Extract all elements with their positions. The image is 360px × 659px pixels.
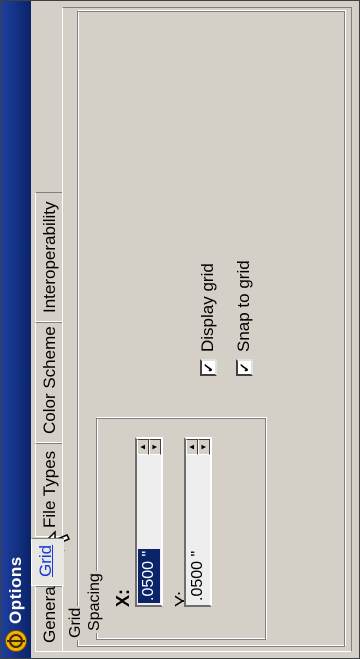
tab-strip: General Grid File Types Color Scheme Int…: [31, 1, 64, 658]
y-spacing-spinner[interactable]: .0500 " ▲ ▼: [184, 437, 212, 607]
y-spin-down-button[interactable]: ▼: [198, 439, 210, 455]
x-label: X:: [113, 589, 133, 607]
screen: Options General Grid File Types Color Sc…: [0, 0, 360, 659]
snap-to-grid-checkbox[interactable]: ✓ Snap to grid: [234, 260, 254, 376]
x-spacing-spinner[interactable]: .0500 " ▲ ▼: [135, 437, 163, 607]
display-grid-label: Display grid: [198, 263, 217, 352]
tab-grid[interactable]: Grid: [31, 538, 64, 586]
tab-color-scheme[interactable]: Color Scheme: [35, 322, 63, 443]
y-spin-buttons: ▲ ▼: [186, 439, 210, 455]
x-spin-up-button[interactable]: ▲: [137, 439, 149, 455]
display-grid-checkbox[interactable]: ✓ Display grid: [198, 263, 218, 376]
options-dialog: Options General Grid File Types Color Sc…: [0, 0, 360, 659]
window-title: Options: [6, 556, 25, 624]
tab-general[interactable]: General: [35, 583, 63, 652]
spacing-group-label: Spacing: [86, 571, 104, 633]
x-spacing-input[interactable]: .0500 ": [138, 548, 160, 603]
grid-tab-panel: Grid Spacing X: .0500 " ▲ ▼ Y: .0500 " ▲…: [62, 7, 352, 652]
display-grid-check-icon[interactable]: ✓: [199, 359, 217, 376]
tab-interoperability[interactable]: Interoperability: [35, 192, 63, 322]
x-spin-down-button[interactable]: ▼: [149, 439, 161, 455]
grid-group-label: Grid: [67, 605, 85, 640]
y-spin-up-button[interactable]: ▲: [186, 439, 198, 455]
grid-group: Grid Spacing X: .0500 " ▲ ▼ Y: .0500 " ▲…: [67, 11, 345, 647]
snap-to-grid-label: Snap to grid: [234, 260, 253, 352]
app-logo-icon: [5, 630, 27, 652]
x-spin-buttons: ▲ ▼: [137, 439, 161, 455]
y-spacing-input[interactable]: .0500 ": [187, 549, 209, 603]
spacing-group: Spacing X: .0500 " ▲ ▼ Y: .0500 " ▲ ▼: [86, 418, 266, 640]
snap-to-grid-check-icon[interactable]: ✓: [235, 359, 253, 376]
title-bar[interactable]: Options: [1, 1, 31, 658]
